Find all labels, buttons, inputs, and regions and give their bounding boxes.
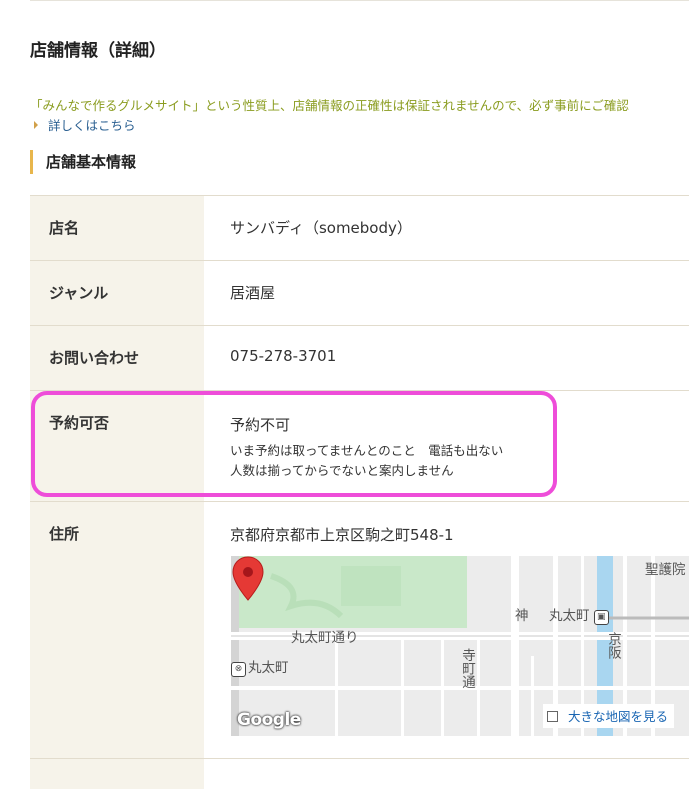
row-value: サンバディ（somebody）: [204, 196, 689, 261]
store-name-label: 店名: [49, 196, 204, 238]
row-value: 075-278-3701: [204, 326, 689, 391]
table-row: [30, 759, 689, 789]
address-value: 京都府京都市上京区駒之町548-1: [230, 502, 689, 545]
row-label: 店名: [30, 196, 204, 261]
map-label-jingu-marutamachi: 丸太町 ▣: [549, 604, 611, 625]
google-logo: Google: [237, 710, 301, 730]
genre-label: ジャンル: [49, 261, 204, 303]
map-label-keihan: 京阪: [603, 632, 623, 659]
reservation-note: いま予約は取ってませんとのこと 電話も出ない 人数は揃ってからでないと案内しませ…: [230, 441, 689, 481]
address-label: 住所: [49, 502, 204, 544]
row-label: [30, 759, 204, 789]
subway-station-icon: ⊗: [231, 662, 246, 677]
section-title: 店舗情報（詳細）: [30, 36, 166, 61]
view-large-map-button[interactable]: 大きな地図を見る: [543, 704, 674, 728]
store-name-value: サンバディ（somebody）: [230, 196, 689, 238]
row-label: ジャンル: [30, 261, 204, 326]
accuracy-notice: 「みんなで作るグルメサイト」という性質上、店舗情報の正確性は保証されませんので、…: [30, 95, 629, 114]
table-row: 予約可否 予約不可 いま予約は取ってませんとのこと 電話も出ない 人数は揃ってか…: [30, 391, 689, 502]
table-row: ジャンル 居酒屋: [30, 261, 689, 326]
table-row: お問い合わせ 075-278-3701: [30, 326, 689, 391]
row-value: 予約不可 いま予約は取ってませんとのこと 電話も出ない 人数は揃ってからでないと…: [204, 391, 689, 502]
reservation-note-line-2: 人数は揃ってからでないと案内しません: [230, 463, 454, 478]
row-label: 予約可否: [30, 391, 204, 502]
contact-label: お問い合わせ: [49, 326, 204, 368]
store-map[interactable]: 丸太町通り ⊗丸太町 寺町通 神 丸太町 ▣ 聖護院 京阪 Google 大きな…: [231, 556, 689, 736]
jingu-marutamachi-label: 丸太町: [549, 608, 590, 624]
details-link-label: 詳しくはこちら: [48, 118, 136, 133]
triangle-right-icon: [34, 121, 38, 129]
map-label-teramachi: 寺町通: [457, 648, 477, 689]
map-label-shogoin: 聖護院: [645, 558, 686, 578]
marutamachi-station-label: 丸太町: [248, 660, 289, 676]
reservation-value: 予約不可: [230, 391, 689, 435]
top-divider: [30, 0, 689, 1]
map-label-marutamachi-station: ⊗丸太町: [231, 656, 289, 677]
details-link[interactable]: 詳しくはこちら: [34, 115, 136, 134]
reservation-note-line-1: いま予約は取ってませんとのこと 電話も出ない: [230, 443, 503, 458]
row-value: 居酒屋: [204, 261, 689, 326]
row-value: [204, 759, 689, 789]
genre-value: 居酒屋: [230, 261, 689, 303]
map-label-jingu-prefix: 神: [515, 604, 529, 624]
row-label: お問い合わせ: [30, 326, 204, 391]
phone-number[interactable]: 075-278-3701: [230, 326, 689, 365]
reservation-label: 予約可否: [49, 391, 204, 433]
expand-icon: [547, 711, 558, 722]
basic-info-heading: 店舗基本情報: [30, 150, 136, 174]
row-label: 住所: [30, 502, 204, 759]
map-label-marutamachi-dori: 丸太町通り: [291, 626, 359, 646]
train-station-icon: ▣: [594, 610, 609, 625]
view-large-map-label: 大きな地図を見る: [568, 709, 668, 724]
location-pin-icon[interactable]: [231, 556, 265, 602]
table-row: 店名 サンバディ（somebody）: [30, 196, 689, 261]
